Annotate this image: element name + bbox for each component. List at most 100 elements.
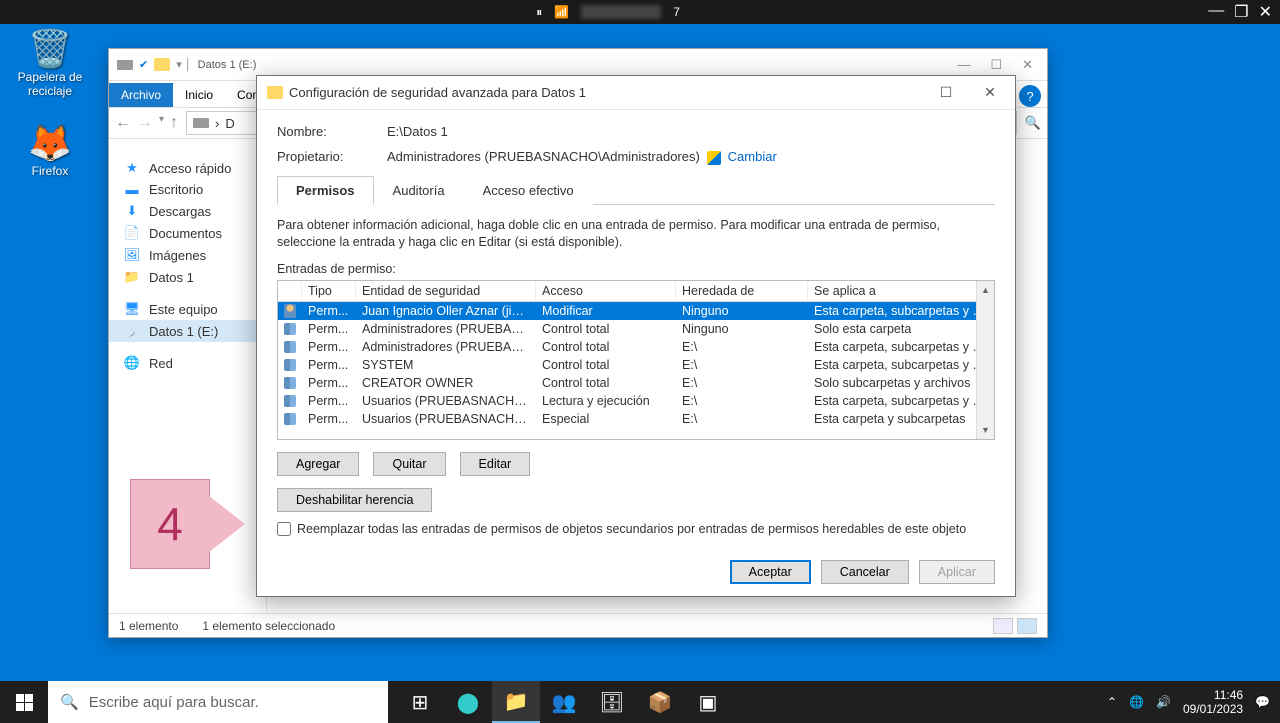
scroll-down-icon[interactable]: ▼	[977, 421, 994, 439]
add-button[interactable]: Agregar	[277, 452, 359, 476]
cell-access: Control total	[536, 321, 676, 337]
tray-chevron-icon[interactable]: ⌃	[1107, 695, 1117, 709]
cell-type: Perm...	[302, 339, 356, 355]
header-entity[interactable]: Entidad de seguridad	[356, 281, 536, 301]
table-row[interactable]: Perm...Administradores (PRUEBASN...Contr…	[278, 338, 994, 356]
group-icon	[284, 341, 296, 353]
apply-button[interactable]: Aplicar	[919, 560, 995, 584]
tab-archivo[interactable]: Archivo	[109, 83, 173, 107]
entries-label: Entradas de permiso:	[277, 262, 995, 276]
permissions-table: Tipo Entidad de seguridad Acceso Heredad…	[277, 280, 995, 440]
group-icon	[284, 359, 296, 371]
sidebar-documents[interactable]: 📄Documentos	[109, 222, 266, 244]
name-value: E:\Datos 1	[387, 124, 995, 139]
owner-label: Propietario:	[277, 149, 387, 165]
task-view-icon[interactable]: ⊞	[396, 681, 444, 723]
accept-button[interactable]: Aceptar	[730, 560, 811, 584]
nav-forward[interactable]: →	[137, 114, 153, 132]
change-owner-link[interactable]: Cambiar	[728, 149, 777, 164]
minimize-icon[interactable]: —	[1208, 2, 1224, 22]
table-row[interactable]: Perm...Juan Ignacio Oller Aznar (jioll..…	[278, 302, 994, 320]
dialog-close[interactable]: ✕	[975, 84, 1005, 101]
close-icon[interactable]: ✕	[1259, 2, 1272, 22]
terminal-icon[interactable]: ▣	[684, 681, 732, 723]
search-box[interactable]: 🔍 Escribe aquí para buscar.	[48, 681, 388, 723]
explorer-minimize[interactable]: —	[957, 57, 970, 73]
pause-icon[interactable]: ⏸	[536, 5, 542, 20]
nav-dropdown[interactable]: ▾	[159, 114, 164, 132]
notification-icon[interactable]: 💬	[1255, 695, 1270, 709]
table-row[interactable]: Perm...SYSTEMControl totalE:\Esta carpet…	[278, 356, 994, 374]
header-type[interactable]: Tipo	[302, 281, 356, 301]
cell-applies: Esta carpeta y subcarpetas	[808, 411, 994, 427]
disable-inheritance-button[interactable]: Deshabilitar herencia	[277, 488, 432, 512]
sidebar-pictures[interactable]: 🖼Imágenes	[109, 244, 266, 266]
sidebar-datos1[interactable]: 📁Datos 1	[109, 266, 266, 288]
nav-up[interactable]: ↑	[170, 114, 178, 132]
maximize-icon[interactable]: ❐	[1234, 2, 1248, 22]
table-row[interactable]: Perm...Usuarios (PRUEBASNACHO\...Lectura…	[278, 392, 994, 410]
tab-auditoria[interactable]: Auditoría	[374, 176, 464, 205]
view-details-icon[interactable]	[993, 618, 1013, 634]
header-inherited[interactable]: Heredada de	[676, 281, 808, 301]
shield-icon	[707, 151, 721, 165]
sidebar-network[interactable]: 🌐Red	[109, 352, 266, 374]
table-row[interactable]: Perm...CREATOR OWNERControl totalE:\Solo…	[278, 374, 994, 392]
cancel-button[interactable]: Cancelar	[821, 560, 909, 584]
checkmark-icon[interactable]: ✔	[139, 58, 148, 71]
explorer-close[interactable]: ✕	[1022, 57, 1033, 73]
name-label: Nombre:	[277, 124, 387, 139]
nav-back[interactable]: ←	[115, 114, 131, 132]
scroll-up-icon[interactable]: ▲	[977, 281, 994, 299]
tab-permisos[interactable]: Permisos	[277, 176, 374, 205]
explorer-maximize[interactable]: ☐	[990, 57, 1002, 73]
status-item-count: 1 elemento	[119, 619, 178, 633]
firefox-label: Firefox	[14, 164, 86, 178]
tray-volume-icon[interactable]: 🔊	[1156, 695, 1171, 709]
header-applies[interactable]: Se aplica a	[808, 281, 994, 301]
dialog-title-bar[interactable]: Configuración de seguridad avanzada para…	[257, 76, 1015, 110]
tray-network-icon[interactable]: 🌐	[1129, 695, 1144, 709]
cell-inherited: E:\	[676, 357, 808, 373]
group-icon	[284, 413, 296, 425]
cell-type: Perm...	[302, 375, 356, 391]
app-icon-3[interactable]: 📦	[636, 681, 684, 723]
edge-icon[interactable]: ⬤	[444, 681, 492, 723]
dialog-instructions: Para obtener información adicional, haga…	[277, 217, 995, 252]
replace-permissions-checkbox[interactable]	[277, 522, 291, 536]
file-explorer-icon[interactable]: 📁	[492, 681, 540, 723]
status-selected-count: 1 elemento seleccionado	[202, 619, 335, 633]
header-access[interactable]: Acceso	[536, 281, 676, 301]
tab-acceso-efectivo[interactable]: Acceso efectivo	[464, 176, 593, 205]
cell-entity: Usuarios (PRUEBASNACHO\...	[356, 393, 536, 409]
table-scrollbar[interactable]: ▲ ▼	[976, 281, 994, 439]
vm-title-bar: ⏸ 📶 7 — ❐ ✕	[0, 0, 1280, 24]
help-icon[interactable]: ?	[1019, 85, 1041, 107]
search-icon[interactable]: 🔍	[1025, 115, 1041, 131]
recycle-bin-icon[interactable]: 🗑️ Papelera de reciclaje	[14, 28, 86, 98]
clock-time: 11:46	[1183, 688, 1243, 702]
cell-inherited: E:\	[676, 375, 808, 391]
sidebar-downloads[interactable]: ⬇Descargas	[109, 200, 266, 222]
view-large-icon[interactable]	[1017, 618, 1037, 634]
remove-button[interactable]: Quitar	[373, 452, 445, 476]
cell-applies: Esta carpeta, subcarpetas y ar...	[808, 303, 994, 319]
dialog-maximize[interactable]: ☐	[931, 84, 961, 101]
start-button[interactable]	[0, 681, 48, 723]
sidebar-this-pc[interactable]: 🖥Este equipo	[109, 298, 266, 320]
sidebar-desktop[interactable]: ▬Escritorio	[109, 179, 266, 200]
table-row[interactable]: Perm...Administradores (PRUEBASN...Contr…	[278, 320, 994, 338]
sidebar-datos1e[interactable]: ◞Datos 1 (E:)	[109, 320, 266, 342]
firefox-icon[interactable]: 🦊 Firefox	[14, 122, 86, 178]
cell-entity: SYSTEM	[356, 357, 536, 373]
tab-inicio[interactable]: Inicio	[173, 83, 225, 107]
app-icon-1[interactable]: 👥	[540, 681, 588, 723]
edit-button[interactable]: Editar	[460, 452, 531, 476]
table-row[interactable]: Perm...Usuarios (PRUEBASNACHO\...Especia…	[278, 410, 994, 428]
app-icon-2[interactable]: 🗄	[588, 681, 636, 723]
owner-value: Administradores (PRUEBASNACHO\Administra…	[387, 149, 700, 164]
dialog-folder-icon	[267, 86, 283, 99]
taskbar-clock[interactable]: 11:46 09/01/2023	[1183, 688, 1243, 717]
cell-access: Lectura y ejecución	[536, 393, 676, 409]
sidebar-quick-access[interactable]: ★Acceso rápido	[109, 157, 266, 179]
